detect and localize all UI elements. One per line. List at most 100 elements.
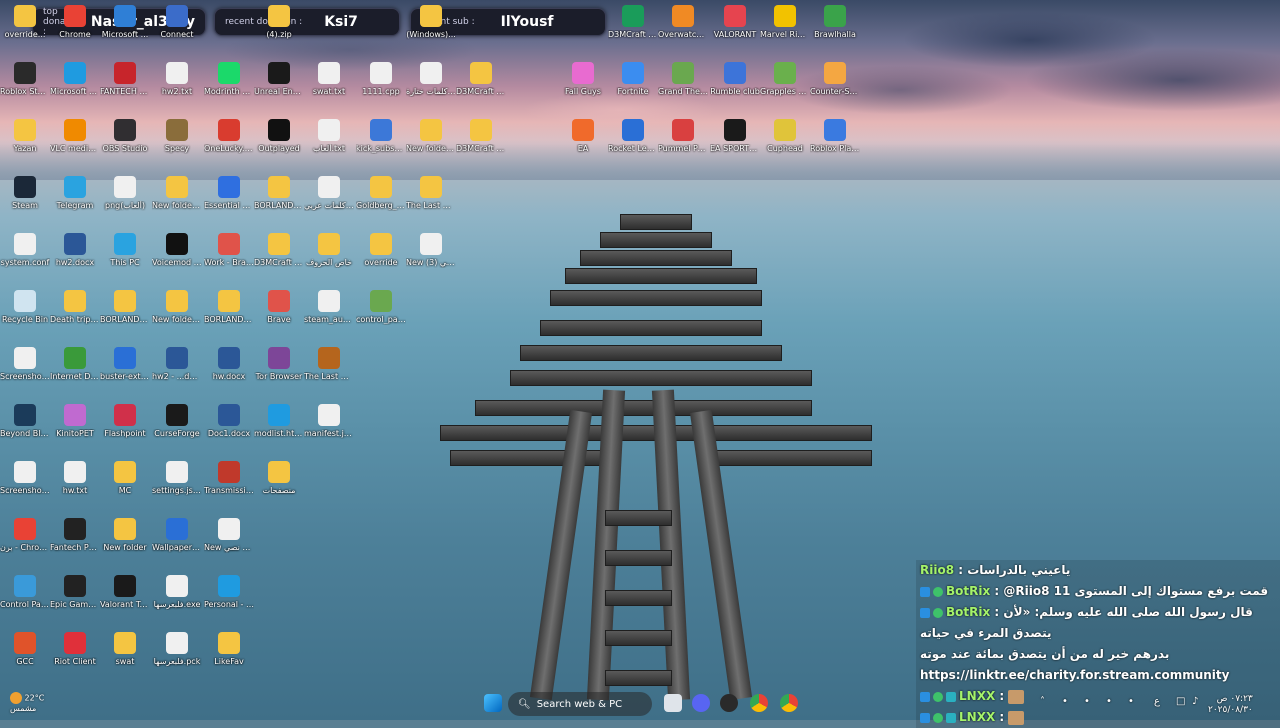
desktop-icon[interactable]: Screenshot_... xyxy=(0,461,50,496)
desktop-icon[interactable]: Specy xyxy=(152,119,202,154)
desktop-icon[interactable]: Steam xyxy=(0,176,50,211)
desktop-icon[interactable]: The Last Of Us xyxy=(406,176,456,211)
desktop-icon[interactable]: فلبعرسها.pck xyxy=(152,632,202,667)
desktop-icon[interactable]: override xyxy=(356,233,406,268)
desktop-icon[interactable]: Fortnite xyxy=(608,62,658,97)
search-box[interactable]: 🔍︎ Search web & PC xyxy=(508,692,652,716)
desktop-icon[interactable]: Brave xyxy=(254,290,304,325)
desktop-icon[interactable]: FANTECH MK83... xyxy=(100,62,150,97)
desktop-icon[interactable]: Marvel Rivals xyxy=(760,5,810,40)
desktop-icon[interactable]: Grapples Galore xyxy=(760,62,810,97)
desktop-icon[interactable]: كلمات ختارة.txt xyxy=(406,62,456,97)
desktop-icon[interactable]: Tor Browser xyxy=(254,347,304,382)
desktop-icon[interactable]: New folder (3) xyxy=(406,119,456,154)
desktop-icon[interactable]: swat.txt xyxy=(304,62,354,97)
desktop-icon[interactable]: Beyond Blue xyxy=(0,404,50,439)
network-icon[interactable]: □ xyxy=(1176,696,1185,707)
desktop-icon[interactable]: (4).zip xyxy=(254,5,304,40)
desktop-icon[interactable]: hw2.docx xyxy=(50,233,100,268)
obs-icon[interactable] xyxy=(720,694,738,712)
desktop-icon[interactable]: خاص الحروف xyxy=(304,233,354,268)
chat-link[interactable]: https://linktr.ee/charity.for.stream.com… xyxy=(920,668,1229,682)
desktop-icon[interactable]: Microsoft ... xyxy=(100,5,150,40)
tray-app-icon[interactable]: • xyxy=(1084,696,1090,707)
desktop-icon[interactable]: BORLAND C++ xyxy=(204,290,254,325)
desktop-icon[interactable]: Goldberg_L... xyxy=(356,176,406,211)
desktop-icon[interactable]: New مستند نصي.txt xyxy=(204,518,254,553)
desktop-icon[interactable]: Telegram xyxy=(50,176,100,211)
desktop-icon[interactable]: kick_subscr... xyxy=(356,119,406,154)
desktop-icon[interactable]: Roblox Player xyxy=(810,119,860,154)
desktop-icon[interactable]: Pummel Party xyxy=(658,119,708,154)
desktop-icon[interactable]: Roblox Studio xyxy=(0,62,50,97)
discord-icon[interactable] xyxy=(692,694,710,712)
desktop-icon[interactable]: Work - Brave xyxy=(204,233,254,268)
desktop-icon[interactable]: ألعاب.txt xyxy=(304,119,354,154)
desktop-icon[interactable]: D3MCraft v8.4.1 Mod... xyxy=(608,5,658,40)
desktop-icon[interactable]: manifest.json xyxy=(304,404,354,439)
desktop-icon[interactable]: Personal - Edge xyxy=(204,575,254,610)
desktop-icon[interactable]: OBS Studio xyxy=(100,119,150,154)
desktop-icon[interactable]: Connect xyxy=(152,5,202,40)
desktop-icon[interactable]: Microsoft Edge xyxy=(50,62,100,97)
desktop-icon[interactable]: Cuphead xyxy=(760,119,810,154)
desktop-icon[interactable]: GCC xyxy=(0,632,50,667)
desktop-icon[interactable]: swat xyxy=(100,632,150,667)
headset-icon[interactable]: • xyxy=(1062,696,1068,707)
desktop-icon[interactable]: Fantech Phantom... xyxy=(50,518,100,553)
desktop-icon[interactable]: png(ألعاب) xyxy=(100,176,150,211)
desktop-icon[interactable]: Chrome xyxy=(50,5,100,40)
desktop-icon[interactable]: (Windows)... xyxy=(406,5,456,40)
desktop-icon[interactable]: كلمات عربي.txt xyxy=(304,176,354,211)
desktop-icon[interactable]: The Last Of Us Par... xyxy=(304,347,354,382)
desktop-icon[interactable]: D3MCraft v8.2 Cus... xyxy=(254,233,304,268)
desktop-icon[interactable]: VALORANT xyxy=(710,5,760,40)
chevron-up-icon[interactable]: ˄ xyxy=(1040,696,1045,707)
desktop-icon[interactable]: CurseForge xyxy=(152,404,202,439)
desktop-icon[interactable]: فلبعرسها.exe xyxy=(152,575,202,610)
desktop-icon[interactable]: Epic Games Launcher xyxy=(50,575,100,610)
desktop-icon[interactable]: BORLAND C++ 5.02 ... xyxy=(100,290,150,325)
desktop-icon[interactable]: 1111.cpp xyxy=(356,62,406,97)
chrome-icon[interactable] xyxy=(750,694,768,712)
desktop-icon[interactable]: Wallpaper Engine xyxy=(152,518,202,553)
desktop-icon[interactable]: Control Panel xyxy=(0,575,50,610)
desktop-icon[interactable]: Modrinth App xyxy=(204,62,254,97)
microphone-icon[interactable]: • xyxy=(1128,696,1134,707)
desktop-icon[interactable]: Doc1.docx xyxy=(204,404,254,439)
volume-icon[interactable]: ♪ xyxy=(1192,696,1198,707)
desktop-icon[interactable]: OneLucky.Bl... BanderitaX... xyxy=(204,119,254,154)
desktop-icon[interactable]: This PC xyxy=(100,233,150,268)
desktop-icon[interactable]: Grand Theft Auto V Le... xyxy=(658,62,708,97)
desktop-icon[interactable]: Recycle Bin xyxy=(0,290,50,325)
clock[interactable]: ٠٧:٢٣ ص ٢٠٢٥/٠٨/٣٠ xyxy=(1208,694,1253,716)
desktop-icon[interactable]: modlist.html xyxy=(254,404,304,439)
file-explorer-icon[interactable] xyxy=(664,694,682,712)
desktop-icon[interactable]: Essential Mod Installer xyxy=(204,176,254,211)
desktop-icon[interactable]: Flashpoint xyxy=(100,404,150,439)
desktop-icon[interactable]: New folder (4) xyxy=(152,176,202,211)
weather-widget[interactable]: 22°C مشمس xyxy=(10,692,44,714)
desktop-icon[interactable]: Fall Guys xyxy=(558,62,608,97)
desktop-icon[interactable]: steam_autop... xyxy=(304,290,354,325)
desktop-icon[interactable]: New مستند نصي (3).txt xyxy=(406,233,456,268)
chrome-profile-icon[interactable] xyxy=(780,694,798,712)
desktop-icon[interactable]: Counter-Strike 2 xyxy=(810,62,860,97)
desktop-icon[interactable]: D3MCraft v8.4.1 Clus... xyxy=(456,119,506,154)
tray-app2-icon[interactable]: • xyxy=(1106,696,1112,707)
desktop-icon[interactable]: Valorant Tracker xyxy=(100,575,150,610)
desktop-icon[interactable]: Internet Downlo... xyxy=(50,347,100,382)
desktop-icon[interactable]: hw2 - ...docx xyxy=(152,347,202,382)
desktop-icon[interactable]: buster-exten... (1).exe xyxy=(100,347,150,382)
desktop-icon[interactable]: LikeFav xyxy=(204,632,254,667)
desktop-icon[interactable]: hw.docx xyxy=(204,347,254,382)
desktop-icon[interactable]: برن - Chrome xyxy=(0,518,50,553)
desktop-icon[interactable]: BORLAND C++ 5.02 ... xyxy=(254,176,304,211)
desktop-icon[interactable]: Screenshot... xyxy=(0,347,50,382)
desktop-icon[interactable]: system.conf xyxy=(0,233,50,268)
desktop-icon[interactable]: EA xyxy=(558,119,608,154)
desktop-icon[interactable]: D3MCraft v8.4.1 Pris... xyxy=(456,62,506,97)
desktop-icon[interactable]: Rumble club xyxy=(710,62,760,97)
desktop-icon[interactable]: MC xyxy=(100,461,150,496)
desktop-icon[interactable]: VLC media player xyxy=(50,119,100,154)
